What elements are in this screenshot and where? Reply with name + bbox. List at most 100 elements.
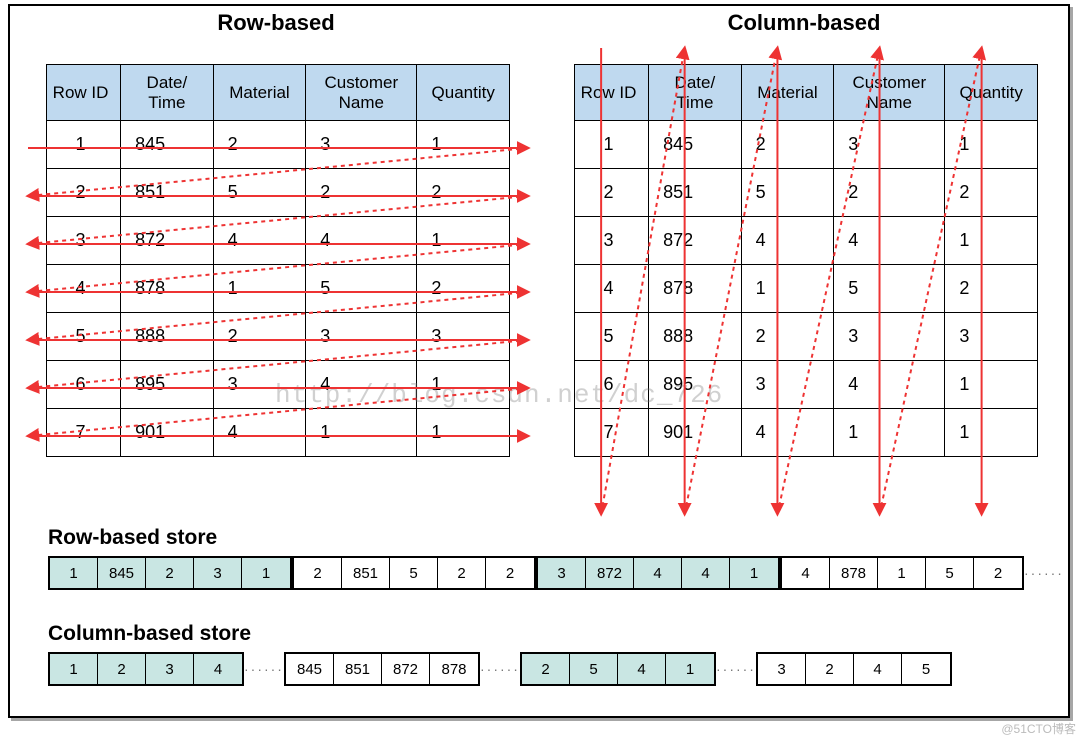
cell: 1: [417, 217, 510, 265]
cell: 6: [575, 361, 649, 409]
store-cell: 4: [782, 558, 830, 588]
cell: 2: [213, 121, 306, 169]
cell: 851: [649, 169, 742, 217]
cell: 4: [834, 217, 945, 265]
cell: 1: [417, 409, 510, 457]
cell: 7: [47, 409, 121, 457]
store-group: 3872441: [536, 556, 780, 590]
title-column-based: Column-based: [574, 10, 1034, 36]
cell: 3: [417, 313, 510, 361]
table-row: 5888233: [47, 313, 510, 361]
cell: 1: [945, 121, 1038, 169]
cell: 5: [575, 313, 649, 361]
store-cell: 5: [570, 654, 618, 684]
cell: 2: [834, 169, 945, 217]
row-based-table: Row ID Date/ Time Material Customer Name…: [46, 64, 510, 457]
ellipsis: ······: [244, 661, 284, 677]
th-date: Date/ Time: [649, 65, 742, 121]
cell: 851: [121, 169, 214, 217]
store-cell: 1: [666, 654, 714, 684]
store-cell: 2: [486, 558, 534, 588]
cell: 1: [834, 409, 945, 457]
store-group: 2541: [520, 652, 716, 686]
cell: 2: [417, 265, 510, 313]
row-store-strip: 1845231285152238724414878152······: [48, 556, 1064, 590]
row-store-label: Row-based store: [48, 526, 217, 550]
cell: 1: [306, 409, 417, 457]
cell: 4: [213, 409, 306, 457]
cell: 1: [417, 121, 510, 169]
table-row: 2851522: [575, 169, 1038, 217]
store-cell: 3: [538, 558, 586, 588]
table-row: 4878152: [47, 265, 510, 313]
cell: 5: [741, 169, 834, 217]
cell: 3: [47, 217, 121, 265]
table-row: 7901411: [575, 409, 1038, 457]
col-store-strip: 1234······845851872878······2541······32…: [48, 652, 952, 686]
store-cell: 851: [334, 654, 382, 684]
store-cell: 872: [382, 654, 430, 684]
cell: 1: [417, 361, 510, 409]
table-row: 3872441: [575, 217, 1038, 265]
store-cell: 3: [758, 654, 806, 684]
table-row: 7901411: [47, 409, 510, 457]
cell: 888: [649, 313, 742, 361]
cell: 3: [575, 217, 649, 265]
th-date: Date/ Time: [121, 65, 214, 121]
cell: 4: [741, 217, 834, 265]
cell: 1: [213, 265, 306, 313]
store-group: 4878152: [780, 556, 1024, 590]
store-cell: 845: [98, 558, 146, 588]
col-store-label: Column-based store: [48, 622, 251, 646]
table-row: 3872441: [47, 217, 510, 265]
cell: 1: [575, 121, 649, 169]
store-cell: 1: [242, 558, 290, 588]
store-cell: 4: [682, 558, 730, 588]
th-customer: Customer Name: [834, 65, 945, 121]
store-cell: 5: [926, 558, 974, 588]
th-customer: Customer Name: [306, 65, 417, 121]
cell: 3: [306, 121, 417, 169]
cell: 5: [834, 265, 945, 313]
store-cell: 4: [618, 654, 666, 684]
store-cell: 1: [50, 654, 98, 684]
cell: 3: [741, 361, 834, 409]
cell: 4: [834, 361, 945, 409]
store-cell: 878: [830, 558, 878, 588]
cell: 2: [47, 169, 121, 217]
store-group: 1845231: [48, 556, 292, 590]
cell: 3: [306, 313, 417, 361]
cell: 4: [47, 265, 121, 313]
th-rowid: Row ID: [575, 65, 649, 121]
cell: 2: [213, 313, 306, 361]
table-row: 4878152: [575, 265, 1038, 313]
store-cell: 3: [194, 558, 242, 588]
cell: 2: [741, 121, 834, 169]
cell: 1: [47, 121, 121, 169]
store-cell: 2: [438, 558, 486, 588]
store-cell: 1: [878, 558, 926, 588]
store-cell: 2: [806, 654, 854, 684]
table-row: 5888233: [575, 313, 1038, 361]
cell: 2: [306, 169, 417, 217]
store-group: 845851872878: [284, 652, 480, 686]
cell: 878: [649, 265, 742, 313]
cell: 3: [213, 361, 306, 409]
cell: 1: [945, 361, 1038, 409]
cell: 7: [575, 409, 649, 457]
cell: 878: [121, 265, 214, 313]
ellipsis: ······: [1024, 565, 1064, 581]
store-cell: 4: [634, 558, 682, 588]
cell: 845: [649, 121, 742, 169]
store-cell: 4: [854, 654, 902, 684]
cell: 2: [417, 169, 510, 217]
ellipsis: ······: [716, 661, 756, 677]
store-cell: 872: [586, 558, 634, 588]
store-cell: 3: [146, 654, 194, 684]
table-row: 1845231: [575, 121, 1038, 169]
store-cell: 845: [286, 654, 334, 684]
th-material: Material: [213, 65, 306, 121]
store-group: 1234: [48, 652, 244, 686]
store-cell: 1: [50, 558, 98, 588]
cell: 5: [213, 169, 306, 217]
